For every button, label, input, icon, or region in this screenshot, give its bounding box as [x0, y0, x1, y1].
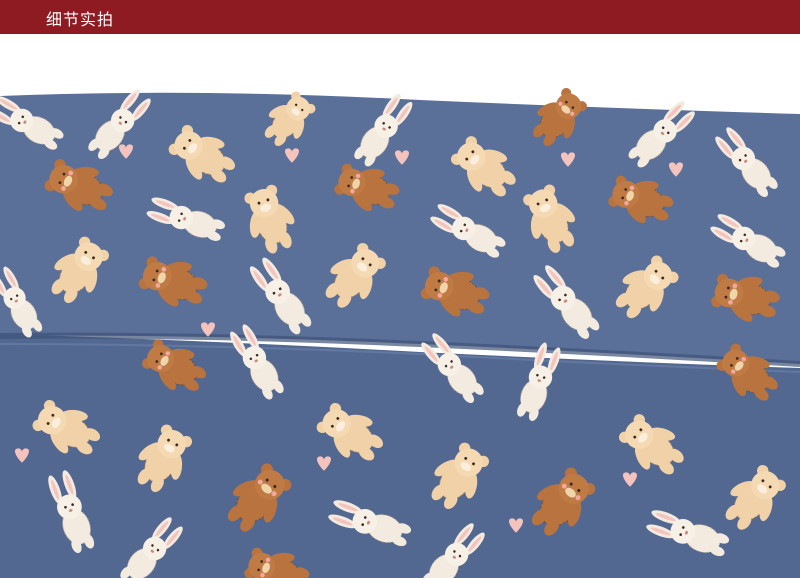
fabric-photo [0, 34, 800, 578]
fabric-image [0, 34, 800, 578]
header-title: 细节实拍 [46, 10, 115, 29]
header-banner: 细节实拍 [0, 0, 800, 34]
